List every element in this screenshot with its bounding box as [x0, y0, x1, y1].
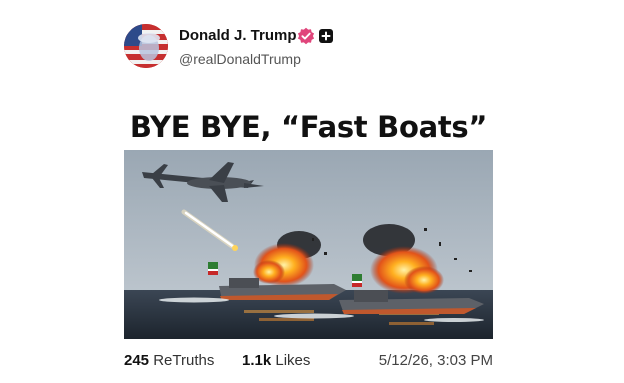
- retruths-label: ReTruths: [153, 352, 215, 369]
- plus-square-icon: [319, 29, 333, 43]
- post-image-headline-panel: BYE BYE, “Fast Boats”: [124, 104, 493, 150]
- avatar[interactable]: [124, 24, 168, 68]
- verified-badge-icon: [297, 27, 315, 45]
- retruths-count: 245: [124, 352, 150, 369]
- likes-label: Likes: [275, 352, 311, 369]
- likes-stat[interactable]: 1.1k Likes: [242, 352, 310, 369]
- post-timestamp[interactable]: 5/12/26, 3:03 PM: [379, 352, 493, 369]
- author-name[interactable]: Donald J. Trump: [179, 27, 297, 44]
- avatar-image: [124, 24, 168, 68]
- author-handle[interactable]: @realDonaldTrump: [179, 51, 301, 67]
- post-image[interactable]: [124, 150, 493, 339]
- retruths-stat[interactable]: 245 ReTruths: [124, 352, 214, 369]
- likes-count: 1.1k: [242, 352, 272, 369]
- post-image-headline: BYE BYE, “Fast Boats”: [129, 110, 488, 144]
- drone-strike-illustration: [124, 150, 493, 339]
